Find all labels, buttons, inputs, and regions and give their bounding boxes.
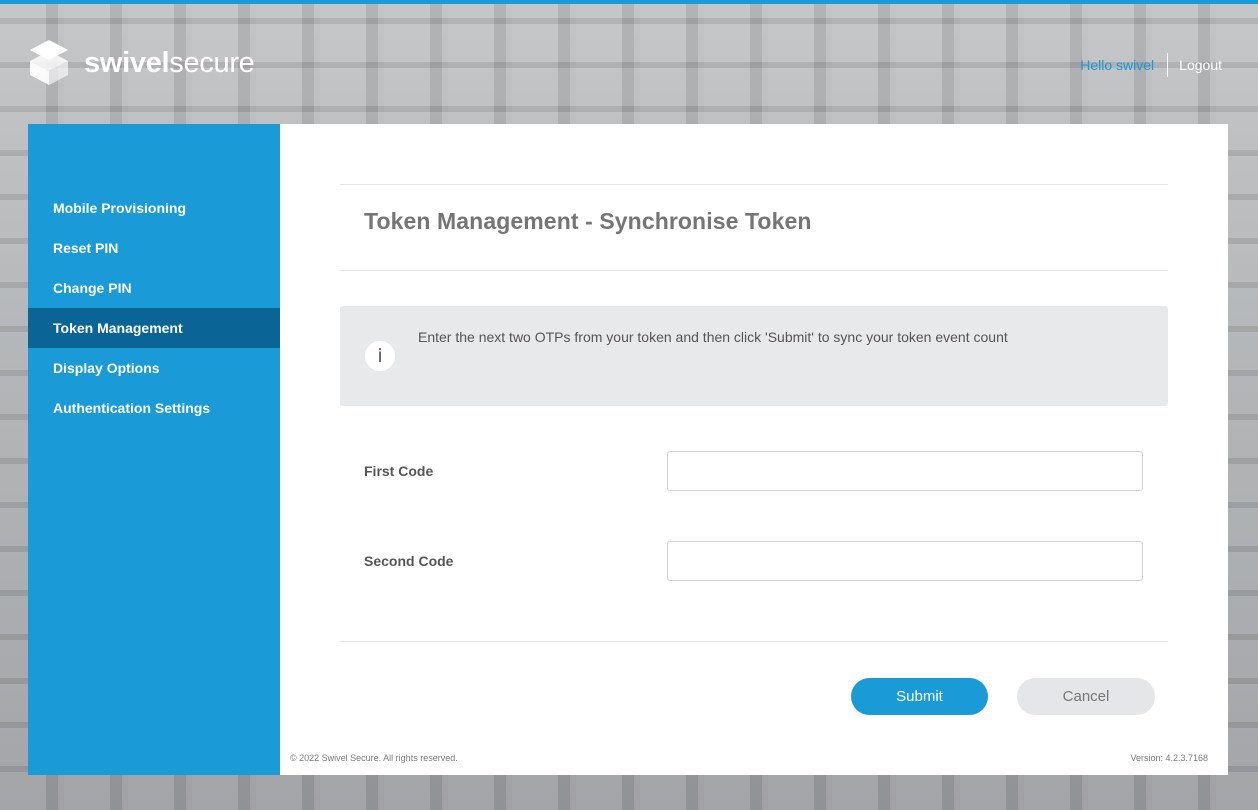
second-code-input[interactable] — [667, 541, 1143, 581]
sidebar-item-mobile-provisioning[interactable]: Mobile Provisioning — [28, 188, 280, 228]
top-accent-bar — [0, 0, 1258, 4]
divider-title — [340, 270, 1168, 271]
brand-name-bold: swivel — [84, 46, 170, 79]
info-box: i Enter the next two OTPs from your toke… — [340, 306, 1168, 406]
brand-wordmark: swivelsecure — [84, 46, 255, 79]
first-code-label: First Code — [364, 463, 434, 479]
divider-top — [340, 184, 1168, 185]
second-code-label: Second Code — [364, 553, 454, 569]
sidebar: Mobile Provisioning Reset PIN Change PIN… — [28, 124, 299, 775]
sidebar-item-token-management[interactable]: Token Management — [28, 308, 299, 348]
main-panel: Token Management - Synchronise Token i E… — [280, 124, 1228, 775]
stacked-cubes-logo-icon — [30, 40, 68, 85]
cancel-button[interactable]: Cancel — [1017, 678, 1155, 715]
divider-form — [340, 641, 1168, 642]
submit-button[interactable]: Submit — [851, 678, 988, 715]
sidebar-item-display-options[interactable]: Display Options — [28, 348, 280, 388]
greeting-link[interactable]: Hello swivel — [1080, 57, 1167, 73]
brand-name-light: secure — [169, 46, 255, 79]
brand-logo: swivelsecure — [28, 38, 255, 88]
logout-link[interactable]: Logout — [1168, 57, 1222, 73]
first-code-input[interactable] — [667, 451, 1143, 491]
top-navigation: Hello swivel Logout — [1080, 53, 1222, 77]
copyright-text: © 2022 Swivel Secure. All rights reserve… — [290, 753, 458, 763]
version-text: Version: 4.2.3.7168 — [1130, 753, 1208, 763]
sidebar-item-authentication-settings[interactable]: Authentication Settings — [28, 388, 280, 428]
info-icon: i — [365, 341, 395, 371]
info-message: Enter the next two OTPs from your token … — [418, 329, 1008, 345]
sidebar-item-reset-pin[interactable]: Reset PIN — [28, 228, 280, 268]
sidebar-item-change-pin[interactable]: Change PIN — [28, 268, 280, 308]
page-title: Token Management - Synchronise Token — [364, 208, 812, 234]
